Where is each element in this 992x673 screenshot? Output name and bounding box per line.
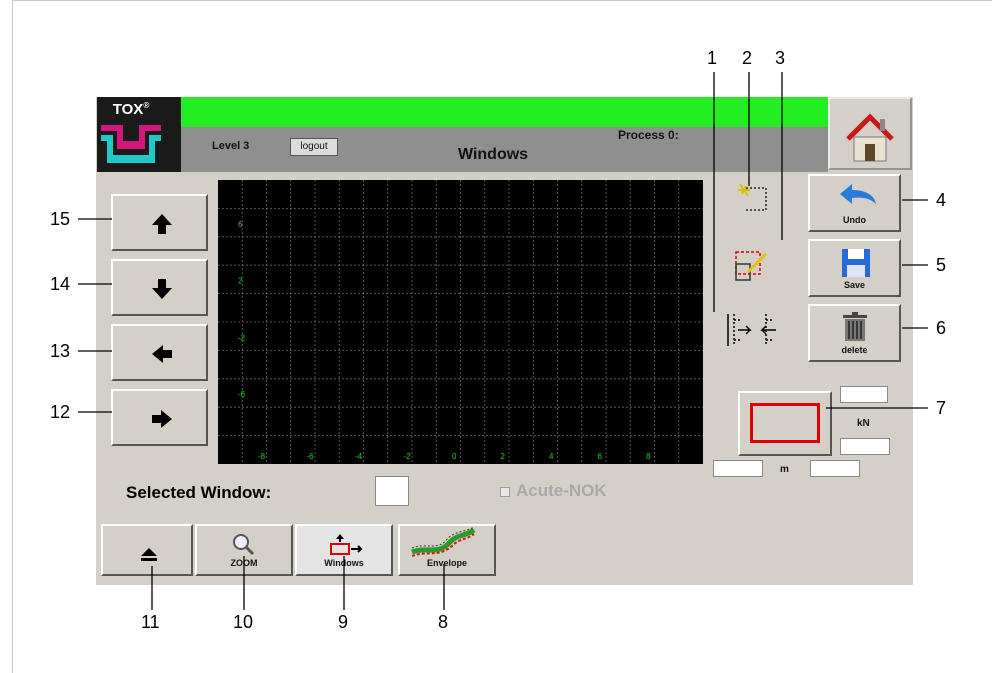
callout-10: 10 [233, 612, 254, 632]
callout-8: 8 [438, 612, 449, 632]
callout-14: 14 [50, 274, 71, 294]
callout-13: 13 [50, 341, 71, 361]
callout-lines [78, 72, 928, 610]
callout-12: 12 [50, 402, 71, 422]
callout-15: 15 [50, 209, 71, 229]
callout-5: 5 [936, 255, 947, 275]
callout-1: 1 [707, 48, 718, 68]
callout-9: 9 [338, 612, 349, 632]
callout-2: 2 [742, 48, 753, 68]
callout-4: 4 [936, 190, 947, 210]
callout-6: 6 [936, 318, 947, 338]
callout-7: 7 [936, 398, 947, 418]
callout-3: 3 [775, 48, 786, 68]
callout-11: 11 [141, 612, 160, 632]
